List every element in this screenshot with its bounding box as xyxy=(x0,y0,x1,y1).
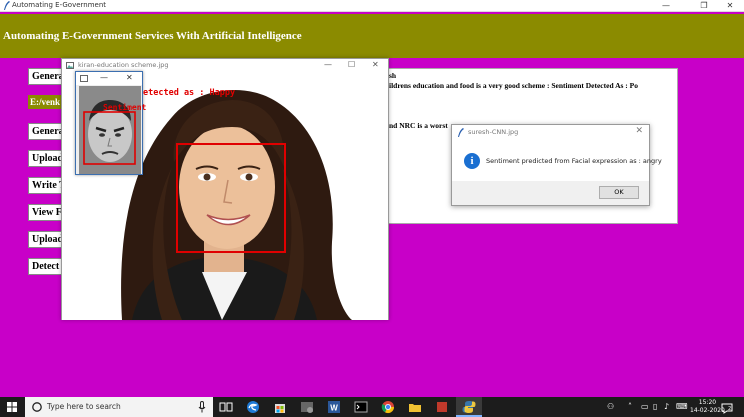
text-line: ildrens education and food is a very goo… xyxy=(389,81,639,90)
python-feather-icon xyxy=(458,128,464,137)
taskbar-search[interactable]: Type here to search xyxy=(25,397,213,417)
taskbar-python-active[interactable] xyxy=(456,397,482,417)
taskbar: Type here to search W ⚇ ˄ ▭ ▯ ♪ ⌨ 15:20 … xyxy=(0,397,744,417)
text-line: sh xyxy=(389,71,397,80)
image-window-minimize[interactable]: — xyxy=(324,60,332,69)
dialog-close-button[interactable]: ✕ xyxy=(635,126,643,136)
image-sentiment-label: etected as : Happy xyxy=(143,88,236,98)
file-explorer-icon[interactable] xyxy=(408,400,422,414)
store-icon[interactable] xyxy=(273,400,287,414)
python-icon xyxy=(462,401,476,413)
clock-date: 14-02-2020 xyxy=(690,407,725,414)
svg-text:W: W xyxy=(330,404,338,413)
keyboard-icon[interactable]: ⌨ xyxy=(676,402,688,411)
image-icon xyxy=(80,75,88,82)
minimize-button[interactable]: — xyxy=(652,0,680,12)
angry-face-photo xyxy=(79,86,141,174)
image-window-title: kiran-education scheme.jpg xyxy=(78,61,169,69)
info-icon: i xyxy=(464,153,480,169)
python-feather-icon xyxy=(4,1,10,10)
windows-logo-icon xyxy=(7,402,17,412)
start-button[interactable] xyxy=(0,397,24,417)
chrome-icon[interactable] xyxy=(381,400,395,414)
dialog-title: suresh-CNN.jpg xyxy=(468,128,519,136)
search-icon xyxy=(32,402,42,412)
main-titlebar: Automating E-Government — ❐ ✕ xyxy=(0,0,744,12)
image-icon xyxy=(66,62,74,69)
main-window-title: Automating E-Government xyxy=(12,1,107,9)
word-icon[interactable]: W xyxy=(327,400,341,414)
maximize-button[interactable]: ❐ xyxy=(690,0,718,12)
app-icon[interactable] xyxy=(435,400,449,414)
small-window-close[interactable]: ✕ xyxy=(126,73,133,82)
dialog-message: Sentiment predicted from Facial expressi… xyxy=(486,157,662,165)
app-icon[interactable] xyxy=(300,400,314,414)
text-line: nd NRC is a worst xyxy=(389,121,448,130)
chevron-up-icon[interactable]: ˄ xyxy=(628,402,632,411)
notification-center[interactable]: 2 xyxy=(721,401,733,414)
microphone-icon[interactable] xyxy=(198,401,206,413)
image-window-close[interactable]: ✕ xyxy=(372,60,379,69)
notification-count: 2 xyxy=(728,406,732,412)
volume-icon[interactable]: ♪ xyxy=(664,402,669,411)
battery-icon[interactable]: ▯ xyxy=(653,402,657,411)
notification-icon xyxy=(721,403,733,414)
small-image-window[interactable]: — ✕ Sentiment xyxy=(75,71,147,175)
network-icon[interactable]: ▭ xyxy=(641,402,649,411)
small-window-minimize[interactable]: — xyxy=(100,73,108,82)
angry-man-image xyxy=(79,86,141,174)
clock[interactable]: 15:20 14-02-2020 xyxy=(690,399,725,415)
ok-button[interactable]: OK xyxy=(599,186,639,199)
search-placeholder: Type here to search xyxy=(47,402,121,411)
terminal-icon[interactable] xyxy=(354,400,368,414)
header-band: Automating E-Government Services With Ar… xyxy=(0,14,744,58)
image-window-maximize[interactable]: ☐ xyxy=(348,60,355,69)
dialog-footer: OK xyxy=(452,181,649,205)
task-view-icon[interactable] xyxy=(219,400,233,414)
small-sentiment-label: Sentiment xyxy=(103,103,147,112)
clock-time: 15:20 xyxy=(698,399,717,406)
dialog-titlebar[interactable]: suresh-CNN.jpg ✕ xyxy=(452,125,649,140)
edge-browser-icon[interactable] xyxy=(246,400,260,414)
small-window-titlebar[interactable]: — ✕ xyxy=(76,72,142,85)
sentiment-dialog[interactable]: suresh-CNN.jpg ✕ i Sentiment predicted f… xyxy=(451,124,662,206)
people-icon[interactable]: ⚇ xyxy=(607,402,614,411)
page-title: Automating E-Government Services With Ar… xyxy=(3,30,302,42)
close-button[interactable]: ✕ xyxy=(716,0,744,12)
